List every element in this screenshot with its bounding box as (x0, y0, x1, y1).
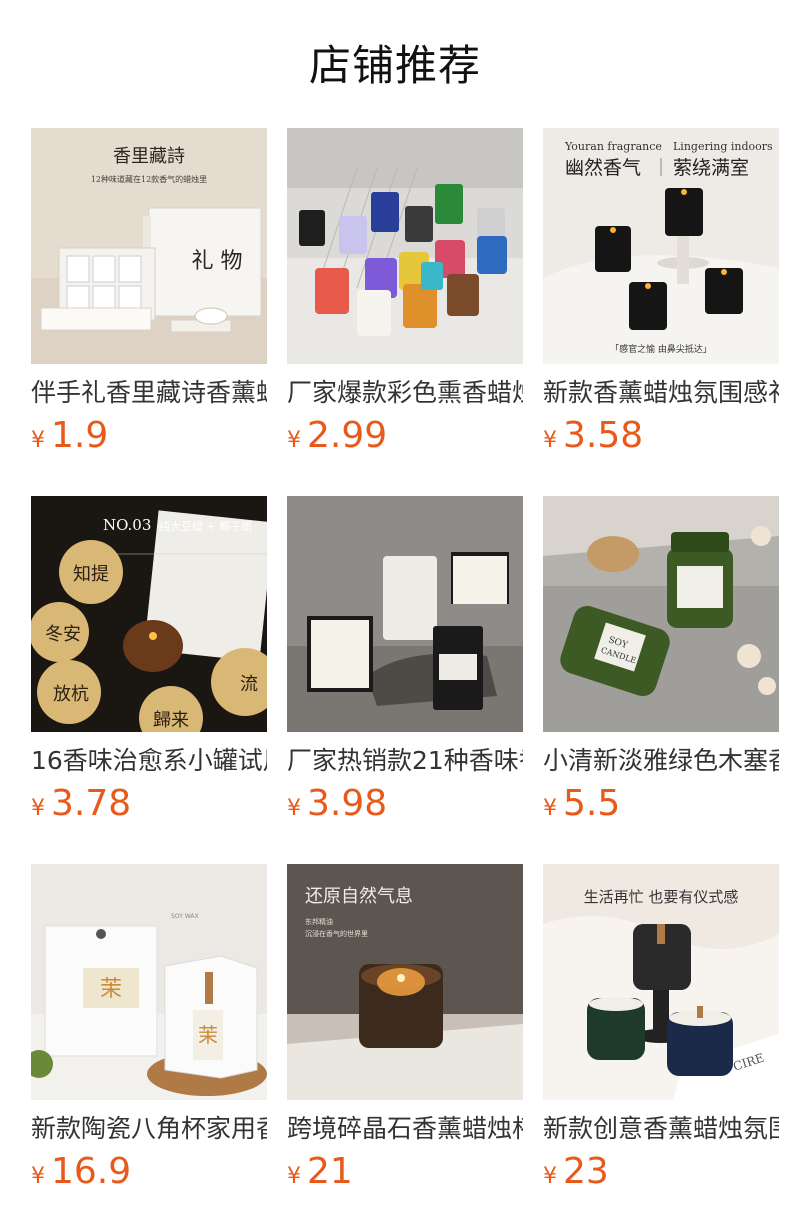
image-caption: Lingering indoors (673, 140, 773, 153)
currency-symbol: ¥ (287, 796, 301, 821)
product-image[interactable]: SOY WAX 茉 茉 (31, 864, 267, 1100)
image-caption: SOY WAX (171, 913, 199, 920)
product-card[interactable]: 香里藏詩 12种味道藏在12款香气的蜡烛里 礼 物 伴手礼香里藏诗香薰蜡烛 ¥1… (31, 128, 267, 496)
product-image[interactable] (287, 128, 523, 364)
price-value: 5.5 (563, 783, 621, 824)
image-caption: 生活再忙 也要有仪式感 (584, 888, 739, 906)
product-image[interactable] (287, 496, 523, 732)
product-price: ¥23 (543, 1150, 779, 1194)
image-caption: NO.03 (103, 516, 151, 534)
image-caption: 礼 物 (192, 249, 243, 274)
image-caption: 还原自然气息 (305, 886, 413, 907)
price-value: 16.9 (51, 1151, 132, 1192)
currency-symbol: ¥ (543, 796, 557, 821)
product-price: ¥2.99 (287, 414, 523, 458)
product-name[interactable]: 厂家热销款21种香味香薰蜡烛 (287, 744, 523, 778)
price-value: 3.78 (51, 783, 132, 824)
product-name[interactable]: 新款香薰蜡烛氛围感礼盒 (543, 376, 779, 410)
product-name[interactable]: 伴手礼香里藏诗香薰蜡烛 (31, 376, 267, 410)
price-value: 21 (307, 1151, 353, 1192)
product-name[interactable]: 跨境碎晶石香薰蜡烛杯 (287, 1112, 523, 1146)
product-card[interactable]: 生活再忙 也要有仪式感 CIRE 新款创意香薰蜡烛氛围感 ¥23 (543, 864, 779, 1232)
product-image[interactable]: SOY CANDLE (543, 496, 779, 732)
currency-symbol: ¥ (543, 1164, 557, 1189)
image-caption: 东邦精油 (305, 917, 333, 926)
product-price: ¥21 (287, 1150, 523, 1194)
product-image[interactable]: 香里藏詩 12种味道藏在12款香气的蜡烛里 礼 物 (31, 128, 267, 364)
product-card[interactable]: Youran fragrance Lingering indoors 幽然香气 … (543, 128, 779, 496)
price-value: 23 (563, 1151, 609, 1192)
image-caption: 歸来 (153, 710, 189, 731)
image-caption: 幽然香气 (565, 157, 641, 179)
image-caption: 茉 (100, 977, 122, 1002)
currency-symbol: ¥ (31, 1164, 45, 1189)
currency-symbol: ¥ (287, 1164, 301, 1189)
product-price: ¥3.58 (543, 414, 779, 458)
product-card[interactable]: 还原自然气息 东邦精油 沉浸在香气的世界里 跨境碎晶石香薰蜡烛杯 ¥21 (287, 864, 523, 1232)
product-name[interactable]: 新款创意香薰蜡烛氛围感 (543, 1112, 779, 1146)
currency-symbol: ¥ (31, 796, 45, 821)
product-card[interactable]: SOY CANDLE 小清新淡雅绿色木塞香薰蜡烛 ¥5.5 (543, 496, 779, 864)
currency-symbol: ¥ (287, 428, 301, 453)
image-caption: 香里藏詩 (113, 146, 185, 167)
product-card[interactable]: 厂家爆款彩色熏香蜡烛 ¥2.99 (287, 128, 523, 496)
currency-symbol: ¥ (31, 428, 45, 453)
product-name[interactable]: 小清新淡雅绿色木塞香薰蜡烛 (543, 744, 779, 778)
product-price: ¥5.5 (543, 782, 779, 826)
product-image[interactable]: Youran fragrance Lingering indoors 幽然香气 … (543, 128, 779, 364)
image-caption: 流 (240, 674, 258, 695)
image-caption: 12种味道藏在12款香气的蜡烛里 (91, 174, 207, 184)
product-price: ¥1.9 (31, 414, 267, 458)
image-caption: 「感官之愉 由鼻尖抵达」 (610, 343, 712, 355)
product-image[interactable]: 还原自然气息 东邦精油 沉浸在香气的世界里 (287, 864, 523, 1100)
price-value: 3.58 (563, 415, 644, 456)
product-image[interactable]: NO.03 纯大豆蜡 + 椰子蜡 可燃 3.5 小时 知提 冬安 放杭 流 歸来 (31, 496, 267, 732)
image-caption: 纯大豆蜡 + 椰子蜡 (159, 519, 252, 533)
currency-symbol: ¥ (543, 428, 557, 453)
product-card[interactable]: 厂家热销款21种香味香薰蜡烛 ¥3.98 (287, 496, 523, 864)
product-price: ¥3.98 (287, 782, 523, 826)
image-caption: 沉浸在香气的世界里 (305, 929, 368, 938)
image-caption: 可燃 3.5 小时 (161, 538, 211, 548)
price-value: 3.98 (307, 783, 388, 824)
product-image[interactable]: 生活再忙 也要有仪式感 CIRE (543, 864, 779, 1100)
product-name[interactable]: 新款陶瓷八角杯家用香薰蜡烛 (31, 1112, 267, 1146)
price-value: 1.9 (51, 415, 109, 456)
product-card[interactable]: SOY WAX 茉 茉 新款陶瓷八角杯家用香薰蜡烛 ¥16.9 (31, 864, 267, 1232)
image-caption: 萦绕满室 (673, 157, 749, 179)
product-name[interactable]: 16香味治愈系小罐试用装 (31, 744, 267, 778)
price-value: 2.99 (307, 415, 388, 456)
product-price: ¥16.9 (31, 1150, 267, 1194)
product-price: ¥3.78 (31, 782, 267, 826)
image-caption: 冬安 (45, 624, 81, 645)
product-grid: 香里藏詩 12种味道藏在12款香气的蜡烛里 礼 物 伴手礼香里藏诗香薰蜡烛 ¥1… (31, 128, 779, 1232)
image-caption: Youran fragrance (564, 140, 662, 153)
page-title: 店铺推荐 (308, 41, 481, 90)
image-caption: 放杭 (53, 684, 89, 705)
product-name[interactable]: 厂家爆款彩色熏香蜡烛 (287, 376, 523, 410)
image-caption: 茉 (198, 1023, 218, 1047)
product-card[interactable]: NO.03 纯大豆蜡 + 椰子蜡 可燃 3.5 小时 知提 冬安 放杭 流 歸来… (31, 496, 267, 864)
image-caption: 知提 (73, 564, 109, 585)
